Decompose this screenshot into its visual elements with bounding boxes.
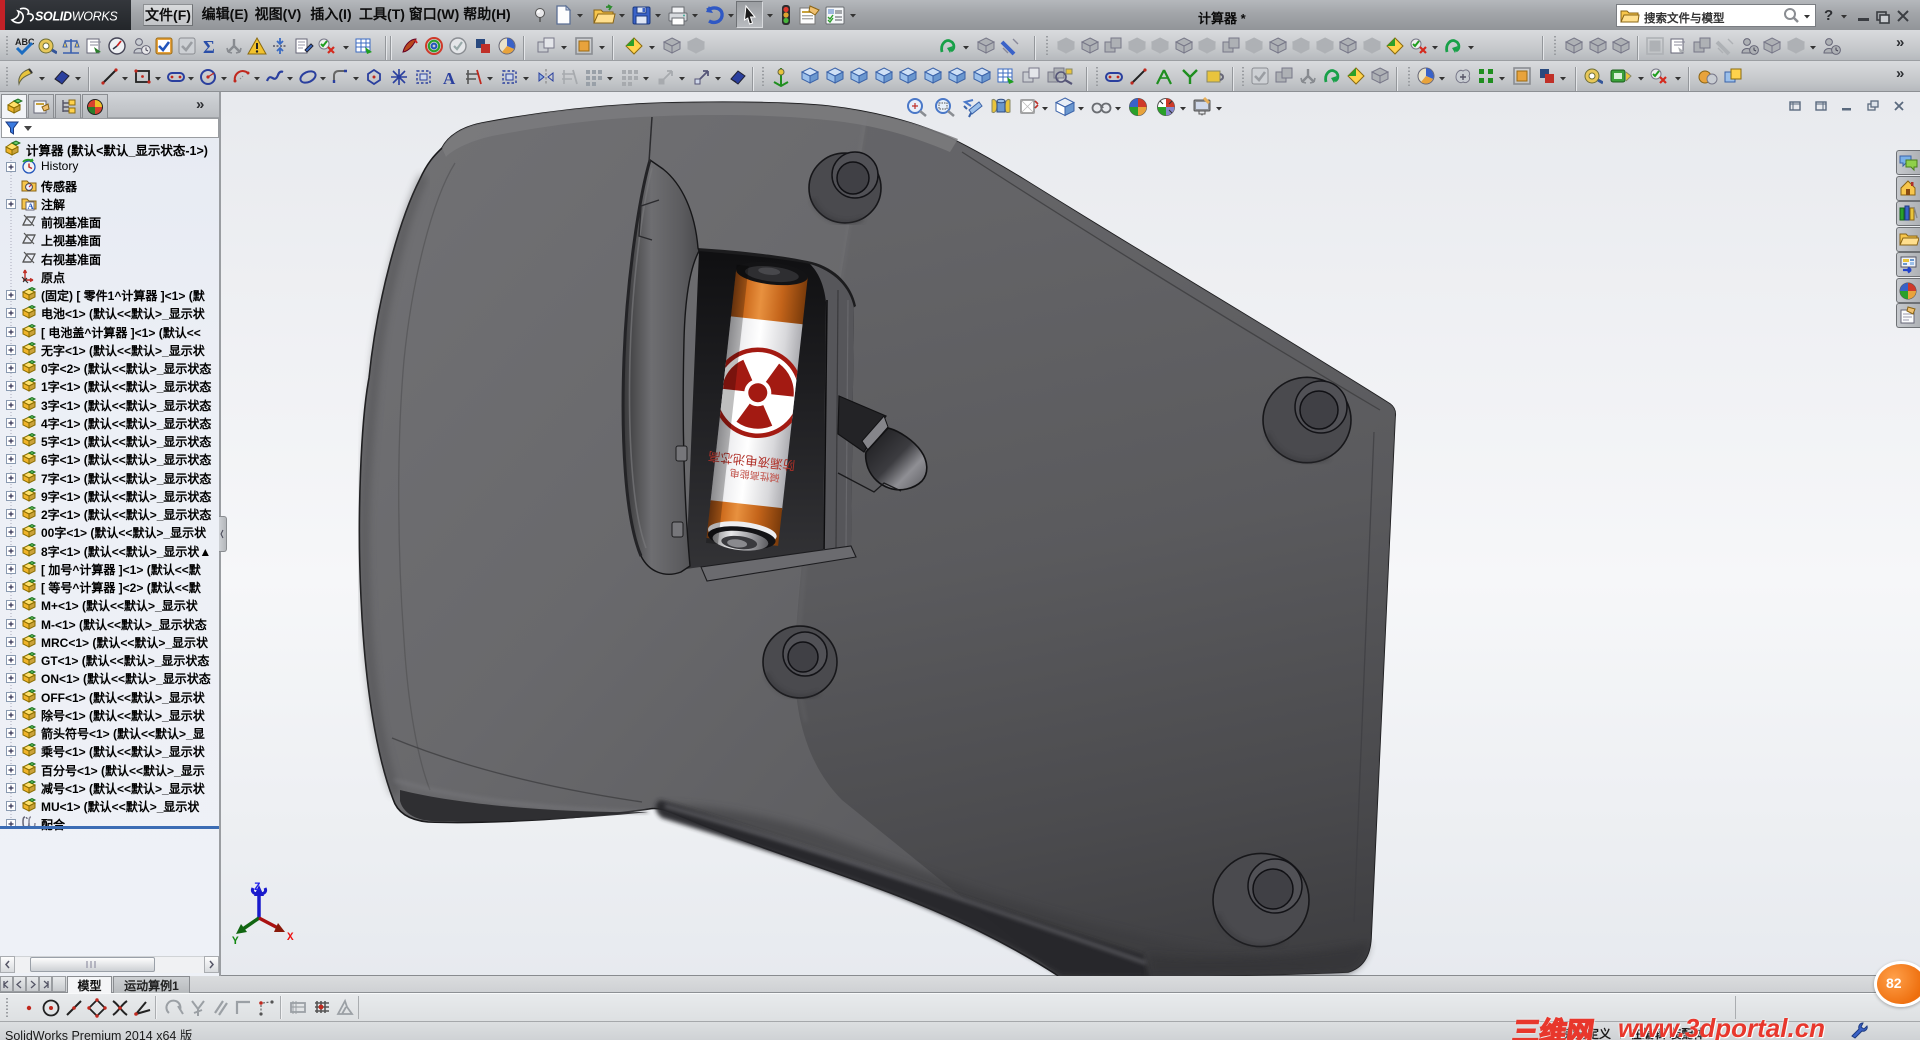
svg-text:Σ: Σ xyxy=(203,37,215,56)
svg-text:A: A xyxy=(443,69,456,87)
svg-text:X: X xyxy=(287,932,294,944)
svg-text:Y: Y xyxy=(232,936,239,946)
svg-text:SOLIDWORKS: SOLIDWORKS xyxy=(35,10,118,24)
svg-text:Z: Z xyxy=(254,882,261,894)
svg-text:A: A xyxy=(28,201,35,211)
